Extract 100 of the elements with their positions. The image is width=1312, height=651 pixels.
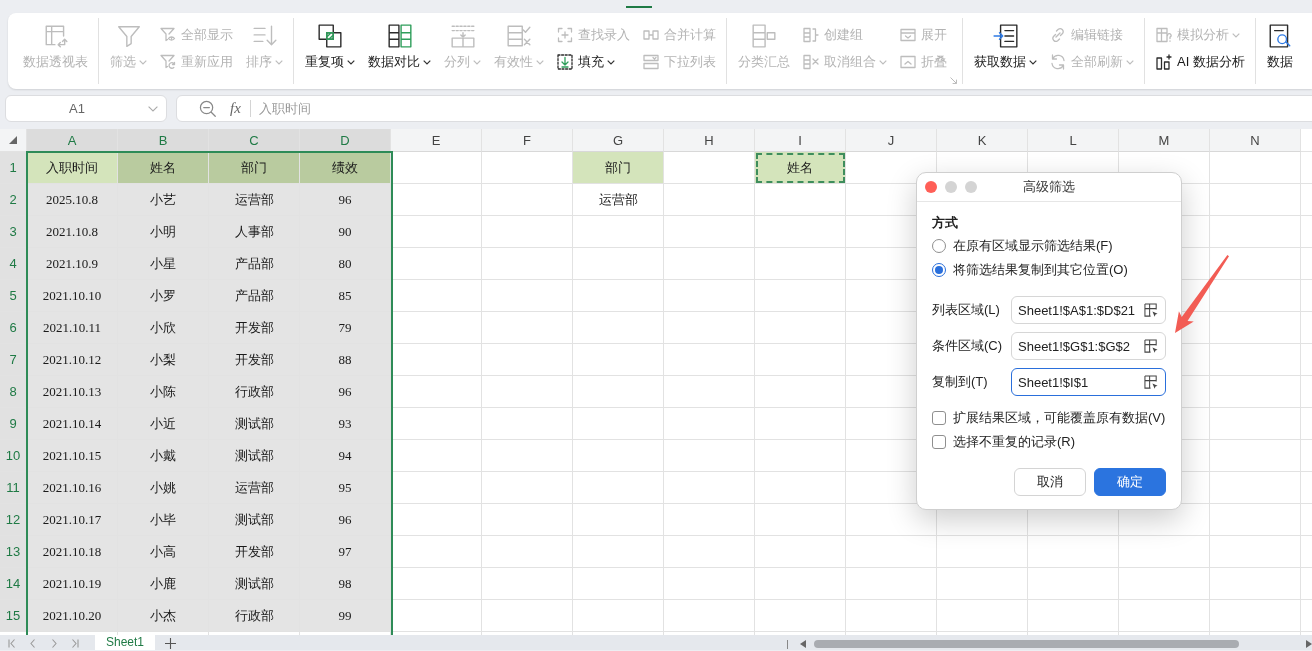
scrollbar-thumb[interactable] [814, 640, 1239, 648]
first-sheet-icon[interactable] [8, 639, 16, 648]
corner-header[interactable] [0, 129, 27, 152]
row-header[interactable]: 9 [0, 408, 27, 440]
row-header[interactable]: 12 [0, 504, 27, 536]
grid-cell[interactable]: 99 [300, 600, 391, 632]
duplicates-button[interactable]: 重复项 [305, 23, 355, 70]
ai-analysis-button[interactable]: AI 数据分析 [1156, 52, 1245, 72]
grid-cell[interactable]: 运营部 [209, 472, 300, 504]
grid-cell[interactable]: 开发部 [209, 312, 300, 344]
row-header[interactable]: 5 [0, 280, 27, 312]
grid-cell[interactable]: 小陈 [118, 376, 209, 408]
radio-button[interactable] [932, 263, 946, 277]
grid-cell[interactable]: 姓名 [118, 152, 209, 184]
grid-cell[interactable]: 小近 [118, 408, 209, 440]
grid-cell[interactable]: 96 [300, 184, 391, 216]
grid-cell[interactable]: 小艺 [118, 184, 209, 216]
grid-cell[interactable]: 2021.10.16 [27, 472, 118, 504]
grid-cell[interactable]: 98 [300, 568, 391, 600]
data-button[interactable]: 数据 [1266, 23, 1293, 70]
grid-cell[interactable]: 93 [300, 408, 391, 440]
grid-cell[interactable]: 2021.10.19 [27, 568, 118, 600]
column-header[interactable]: G [573, 129, 664, 152]
grid-cell[interactable]: 2021.10.15 [27, 440, 118, 472]
grid-cell[interactable]: 小明 [118, 216, 209, 248]
grid-cell[interactable]: 96 [300, 504, 391, 536]
radio-button[interactable] [932, 239, 946, 253]
grid-cell[interactable]: 2025.10.8 [27, 184, 118, 216]
sheet-tab[interactable]: Sheet1 [95, 635, 156, 650]
range-field[interactable]: Sheet1!$G$1:$G$2 [1011, 332, 1166, 360]
grid-cell[interactable]: 2021.10.8 [27, 216, 118, 248]
column-header[interactable]: L [1028, 129, 1119, 152]
fill-button[interactable]: 填充 [557, 52, 615, 72]
range-picker-icon[interactable] [1144, 374, 1159, 390]
grid-cell[interactable]: 小罗 [118, 280, 209, 312]
grid-cell[interactable]: 小鹿 [118, 568, 209, 600]
checkbox-label[interactable]: 扩展结果区域，可能覆盖原有数据(V) [953, 409, 1166, 427]
column-header[interactable]: N [1210, 129, 1301, 152]
compare-button[interactable]: 数据对比 [368, 23, 431, 70]
column-header[interactable]: K [937, 129, 1028, 152]
range-field[interactable]: Sheet1!$A$1:$D$21 [1011, 296, 1166, 324]
row-header[interactable]: 8 [0, 376, 27, 408]
splitter-handle[interactable] [787, 640, 788, 649]
row-header[interactable]: 7 [0, 344, 27, 376]
row-header[interactable]: 3 [0, 216, 27, 248]
next-sheet-icon[interactable] [50, 639, 58, 648]
grid-cell[interactable]: 95 [300, 472, 391, 504]
radio-label[interactable]: 在原有区域显示筛选结果(F) [953, 237, 1113, 255]
range-picker-icon[interactable] [1144, 302, 1159, 318]
grid-cell[interactable]: 部门 [573, 152, 664, 184]
column-header[interactable]: H [664, 129, 755, 152]
grid-cell[interactable]: 开发部 [209, 344, 300, 376]
grid-cell[interactable]: 90 [300, 216, 391, 248]
grid-cell[interactable]: 行政部 [209, 376, 300, 408]
row-header[interactable]: 1 [0, 152, 27, 184]
add-sheet-icon[interactable] [165, 638, 177, 649]
grid-cell[interactable]: 小梨 [118, 344, 209, 376]
grid-cell[interactable]: 小姚 [118, 472, 209, 504]
checkbox[interactable] [932, 411, 946, 425]
grid-cell[interactable]: 产品部 [209, 248, 300, 280]
grid-cell[interactable]: 小杰 [118, 600, 209, 632]
insert-function-button[interactable]: fx [230, 100, 241, 117]
grid-cell[interactable]: 测试部 [209, 408, 300, 440]
name-box[interactable]: A1 [5, 95, 167, 122]
column-header[interactable]: F [482, 129, 573, 152]
grid-cell[interactable]: 行政部 [209, 600, 300, 632]
grid-cell[interactable]: 2021.10.11 [27, 312, 118, 344]
column-header[interactable]: M [1119, 129, 1210, 152]
column-header[interactable]: B [118, 129, 209, 152]
grid-cell[interactable]: 2021.10.9 [27, 248, 118, 280]
scroll-right-icon[interactable] [1306, 640, 1312, 648]
row-header[interactable]: 13 [0, 536, 27, 568]
confirm-button[interactable]: 确定 [1094, 468, 1166, 496]
grid-cell[interactable]: 2021.10.14 [27, 408, 118, 440]
grid-cell[interactable]: 2021.10.17 [27, 504, 118, 536]
close-icon[interactable] [925, 181, 937, 193]
grid-cell[interactable]: 测试部 [209, 440, 300, 472]
grid-cell[interactable]: 2021.10.20 [27, 600, 118, 632]
radio-label[interactable]: 将筛选结果复制到其它位置(O) [953, 261, 1128, 279]
range-field[interactable]: Sheet1!$I$1 [1011, 368, 1166, 396]
grid-cell[interactable]: 80 [300, 248, 391, 280]
grid-cell[interactable]: 85 [300, 280, 391, 312]
row-header[interactable]: 10 [0, 440, 27, 472]
grid-cell[interactable]: 小欣 [118, 312, 209, 344]
row-header[interactable]: 6 [0, 312, 27, 344]
grid-cell[interactable]: 小戴 [118, 440, 209, 472]
checkbox[interactable] [932, 435, 946, 449]
row-header[interactable]: 11 [0, 472, 27, 504]
grid-cell[interactable]: 测试部 [209, 504, 300, 536]
grid-cell[interactable]: 2021.10.13 [27, 376, 118, 408]
grid-cell[interactable]: 人事部 [209, 216, 300, 248]
grid-cell[interactable]: 入职时间 [27, 152, 118, 184]
grid-cell[interactable]: 79 [300, 312, 391, 344]
row-header[interactable]: 14 [0, 568, 27, 600]
dialog-launcher-icon[interactable] [950, 77, 957, 84]
grid-cell[interactable]: 部门 [209, 152, 300, 184]
grid-cell[interactable]: 小高 [118, 536, 209, 568]
row-header[interactable]: 15 [0, 600, 27, 632]
column-header[interactable]: E [391, 129, 482, 152]
grid-cell[interactable]: 姓名 [755, 152, 846, 184]
